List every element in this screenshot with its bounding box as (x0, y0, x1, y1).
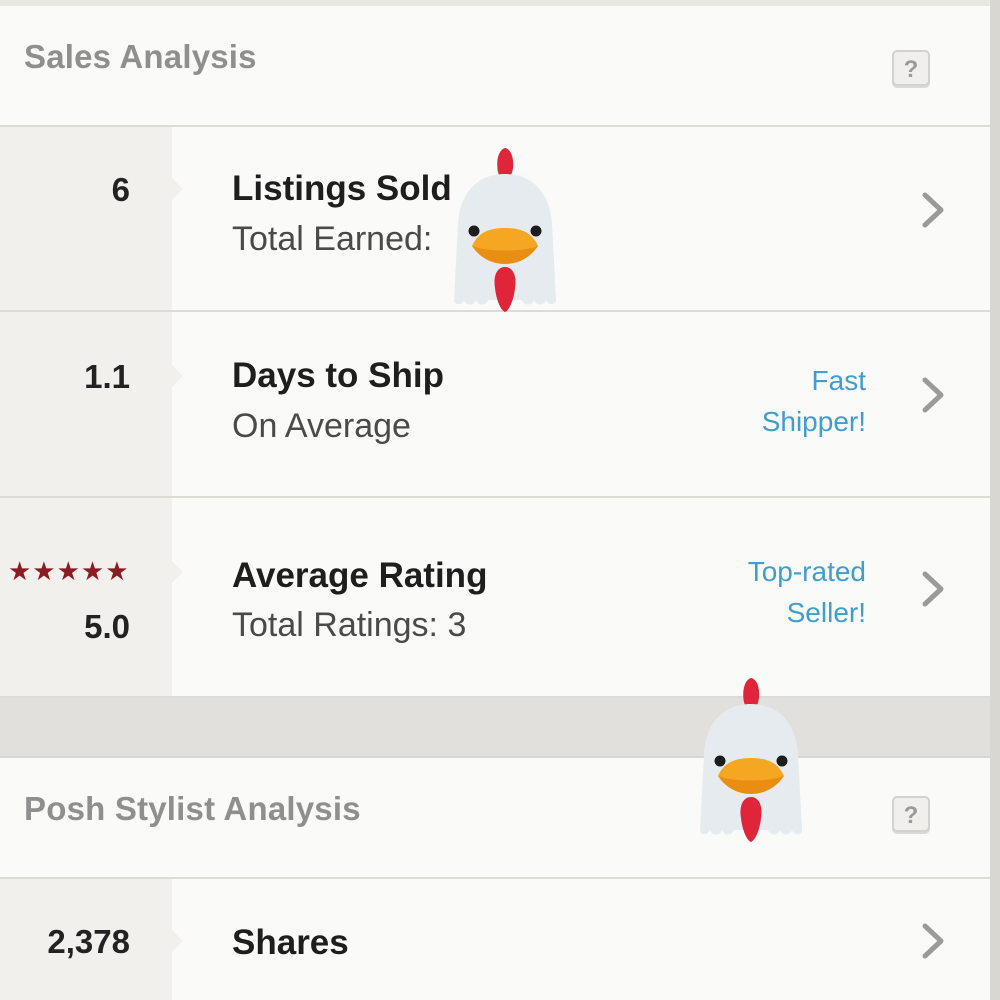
days-to-ship-value: 1.1 (84, 358, 130, 395)
panel-notch (172, 561, 183, 583)
badge-line: Seller! (786, 597, 866, 628)
total-earned-label: Total Earned: (232, 220, 433, 258)
chevron-right-icon (922, 571, 944, 607)
total-ratings-label: Total Ratings: 3 (232, 606, 467, 644)
posh-stylist-title: Posh Stylist Analysis (24, 790, 361, 827)
badge-line: Fast (811, 365, 866, 396)
stat-value-panel (0, 498, 172, 696)
stylist-help-button[interactable]: ? (892, 796, 930, 832)
stat-value-panel (0, 312, 172, 496)
top-rated-seller-badge[interactable]: Top-rated Seller! (666, 551, 866, 633)
stat-row-average-rating[interactable]: ★★★★★ 5.0 Average Rating Total Ratings: … (0, 498, 990, 698)
average-rating-title: Average Rating (232, 556, 488, 595)
stat-row-shares[interactable]: 2,378 Shares (0, 879, 990, 1000)
on-average-label: On Average (232, 407, 411, 445)
panel-notch (172, 178, 183, 200)
chevron-right-icon (922, 923, 944, 959)
days-to-ship-title: Days to Ship (232, 356, 444, 395)
rooster-icon (454, 148, 556, 312)
listings-sold-title: Listings Sold (232, 169, 452, 208)
chevron-right-icon (922, 377, 944, 413)
chevron-right-icon (922, 192, 944, 228)
stat-row-days-to-ship[interactable]: 1.1 Days to Ship On Average Fast Shipper… (0, 312, 990, 498)
sales-analysis-header: Sales Analysis ? (0, 6, 990, 127)
sales-help-button[interactable]: ? (892, 50, 930, 86)
panel-notch (172, 930, 183, 952)
sales-analysis-title: Sales Analysis (24, 38, 257, 75)
shares-value: 2,378 (47, 923, 130, 960)
badge-line: Top-rated (747, 556, 866, 587)
rooster-icon (700, 678, 802, 842)
rating-stars: ★★★★★ (8, 556, 130, 586)
fast-shipper-badge[interactable]: Fast Shipper! (666, 360, 866, 442)
average-rating-value: 5.0 (84, 608, 130, 645)
posh-stylist-header: Posh Stylist Analysis ? (0, 758, 990, 879)
panel-notch (172, 365, 183, 387)
section-separator (0, 698, 990, 758)
screen-edge (990, 0, 1000, 1000)
listings-sold-value: 6 (111, 171, 130, 208)
shares-title: Shares (232, 923, 349, 962)
badge-line: Shipper! (761, 406, 866, 437)
stat-value-panel (0, 127, 172, 310)
seller-stats-screen: Sales Analysis ? 6 Listings Sold Total E… (0, 0, 990, 1000)
